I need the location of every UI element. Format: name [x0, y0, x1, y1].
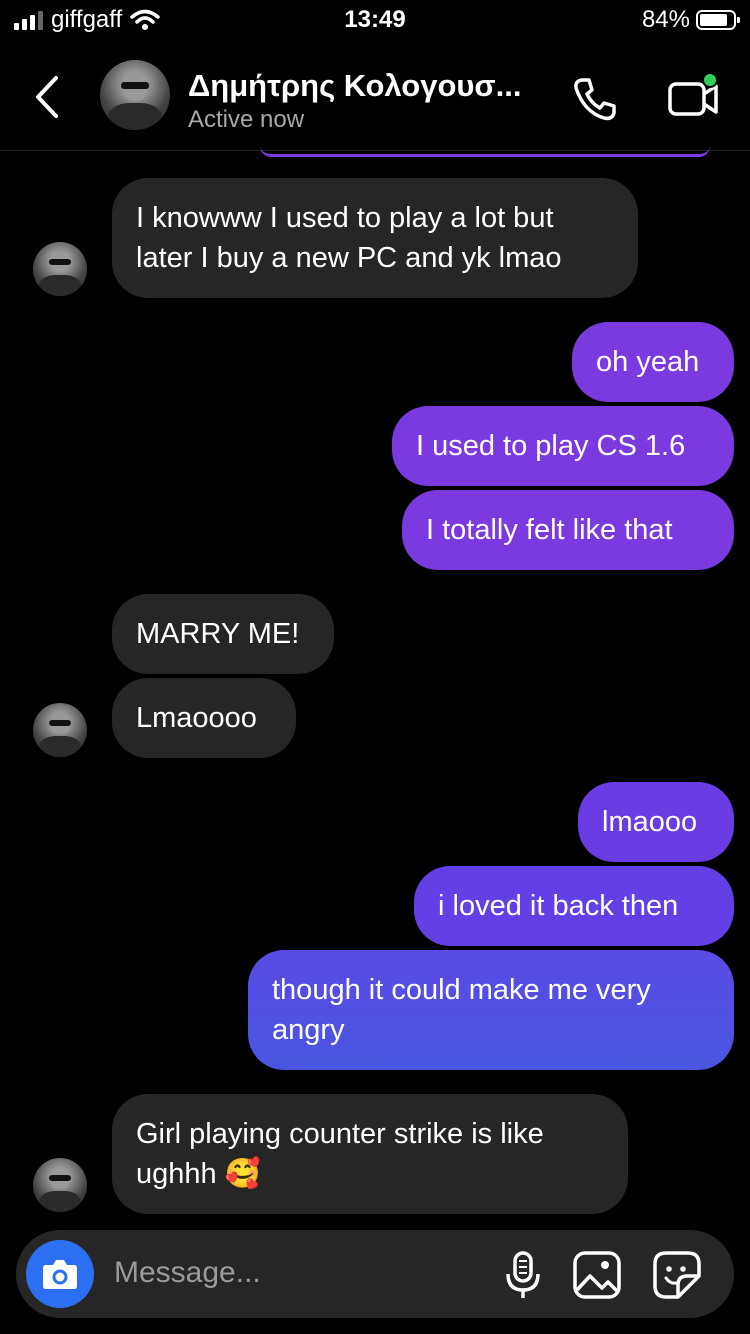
incoming-message[interactable]: I knowww I used to play a lot but later … [112, 178, 638, 298]
battery-percent: 84% [641, 6, 690, 33]
outgoing-message[interactable]: I used to play CS 1.6 [392, 406, 734, 486]
status-bar: giffgaff 13:49 84% [0, 0, 750, 40]
sender-avatar[interactable] [33, 703, 87, 757]
camera-icon [43, 1260, 77, 1289]
back-arrow-icon[interactable] [28, 72, 68, 122]
outgoing-message[interactable]: though it could make me very angry [248, 950, 734, 1070]
outgoing-message[interactable]: oh yeah [572, 322, 734, 402]
battery-icon [696, 10, 740, 30]
chat-header: Δημήτρης Κολογουσ... Active now [0, 50, 750, 151]
sender-avatar[interactable] [33, 242, 87, 296]
contact-name[interactable]: Δημήτρης Κολογουσ... [188, 68, 521, 104]
clock: 13:49 [344, 6, 406, 33]
sticker-icon[interactable] [652, 1250, 702, 1300]
sender-avatar[interactable] [33, 1158, 87, 1212]
active-status: Active now [188, 106, 305, 133]
outgoing-message[interactable]: lmaooo [578, 782, 734, 862]
gallery-icon[interactable] [572, 1250, 622, 1300]
incoming-message[interactable]: Lmaoooo [112, 678, 296, 758]
battery: 84% [641, 6, 740, 34]
message-composer: Message... [16, 1230, 734, 1318]
avatar[interactable] [100, 60, 170, 130]
phone-icon[interactable] [570, 74, 620, 124]
microphone-icon[interactable] [498, 1250, 548, 1300]
camera-button[interactable] [26, 1240, 94, 1308]
video-call-icon[interactable] [666, 72, 722, 122]
outgoing-message[interactable]: i loved it back then [414, 866, 734, 946]
incoming-message[interactable]: MARRY ME! [112, 594, 334, 674]
previous-message-edge [260, 146, 710, 157]
outgoing-message[interactable]: I totally felt like that [402, 490, 734, 570]
incoming-message[interactable]: Girl playing counter strike is like ughh… [112, 1094, 628, 1214]
message-input[interactable]: Message... [114, 1256, 261, 1290]
